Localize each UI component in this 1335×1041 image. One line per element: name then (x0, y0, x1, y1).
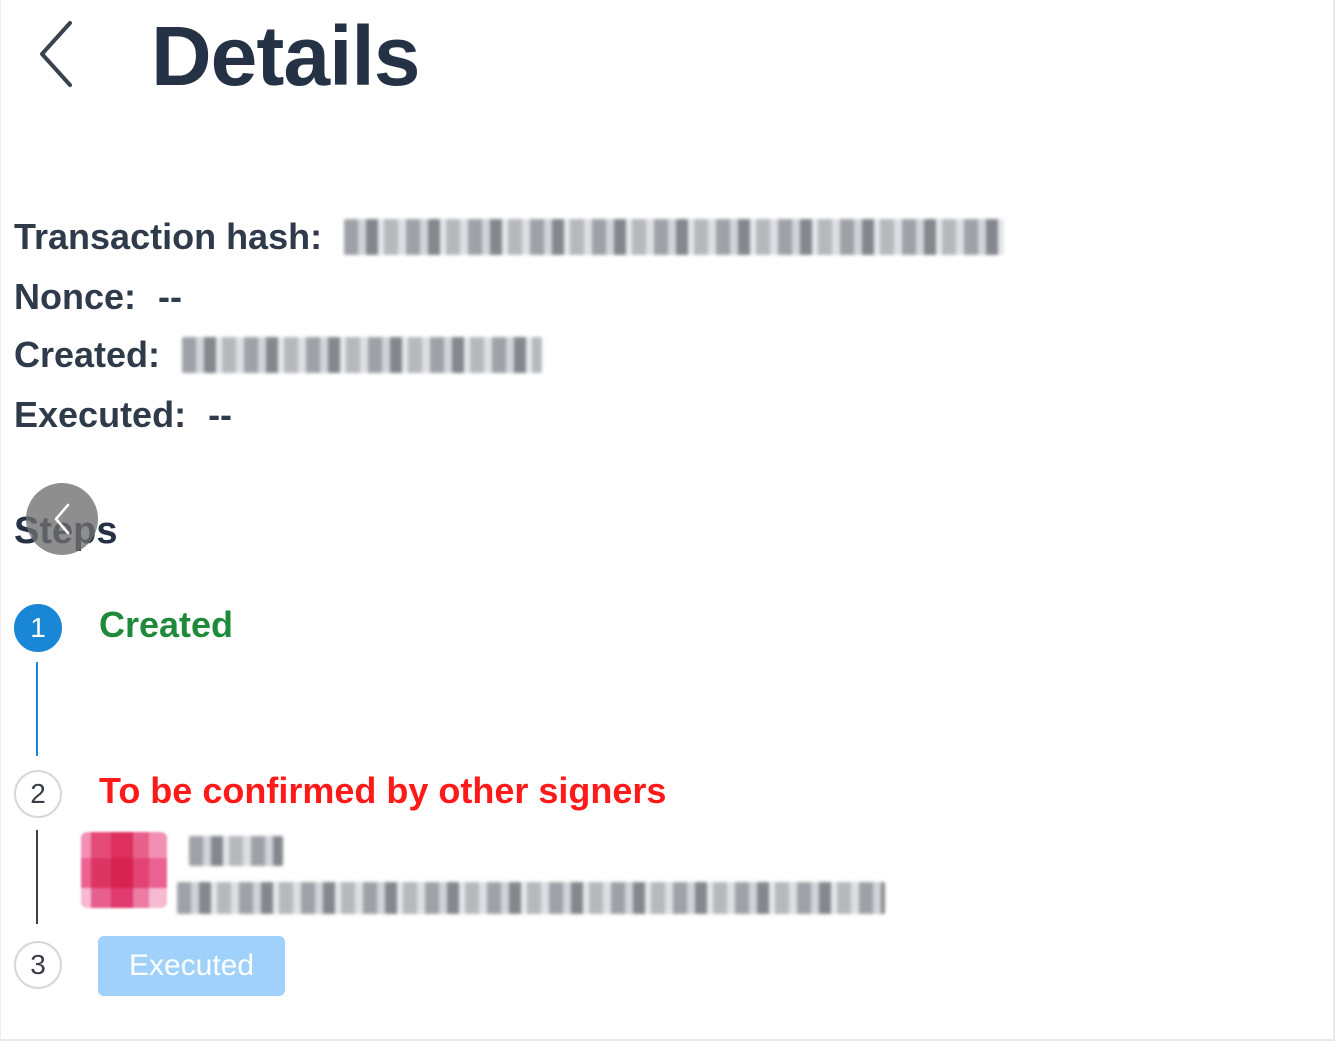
created-value (182, 337, 543, 373)
signer-item (81, 830, 901, 920)
step-connector (36, 662, 38, 756)
step-2-indicator: 2 (14, 770, 62, 818)
chevron-left-icon (40, 21, 72, 87)
step-connector (36, 830, 38, 924)
step-2-label: To be confirmed by other signers (99, 770, 667, 811)
step-3-indicator: 3 (14, 941, 62, 989)
signer-address (177, 882, 885, 914)
signer-name (189, 836, 283, 866)
chevron-left-icon (54, 503, 70, 535)
created-label: Created: (14, 334, 161, 375)
nonce-value: -- (158, 276, 182, 317)
back-button[interactable] (31, 18, 81, 90)
transaction-hash-value (344, 219, 1005, 255)
details-page: Details Transaction hash: Nonce: -- Crea… (0, 0, 1335, 1041)
executed-label: Executed: (14, 394, 187, 435)
executed-value: -- (208, 394, 233, 435)
nonce-row: Nonce: -- (14, 275, 182, 319)
executed-row: Executed: -- (14, 393, 232, 437)
transaction-hash-row: Transaction hash: (14, 215, 1005, 259)
transaction-hash-label: Transaction hash: (14, 216, 323, 257)
avatar (81, 832, 167, 908)
step-1-indicator: 1 (14, 604, 62, 652)
page-title: Details (151, 9, 420, 103)
created-row: Created: (14, 333, 543, 377)
floating-back-button[interactable] (26, 483, 98, 555)
nonce-label: Nonce: (14, 276, 137, 317)
step-1-label: Created (99, 604, 234, 645)
execute-button[interactable]: Executed (98, 936, 285, 996)
